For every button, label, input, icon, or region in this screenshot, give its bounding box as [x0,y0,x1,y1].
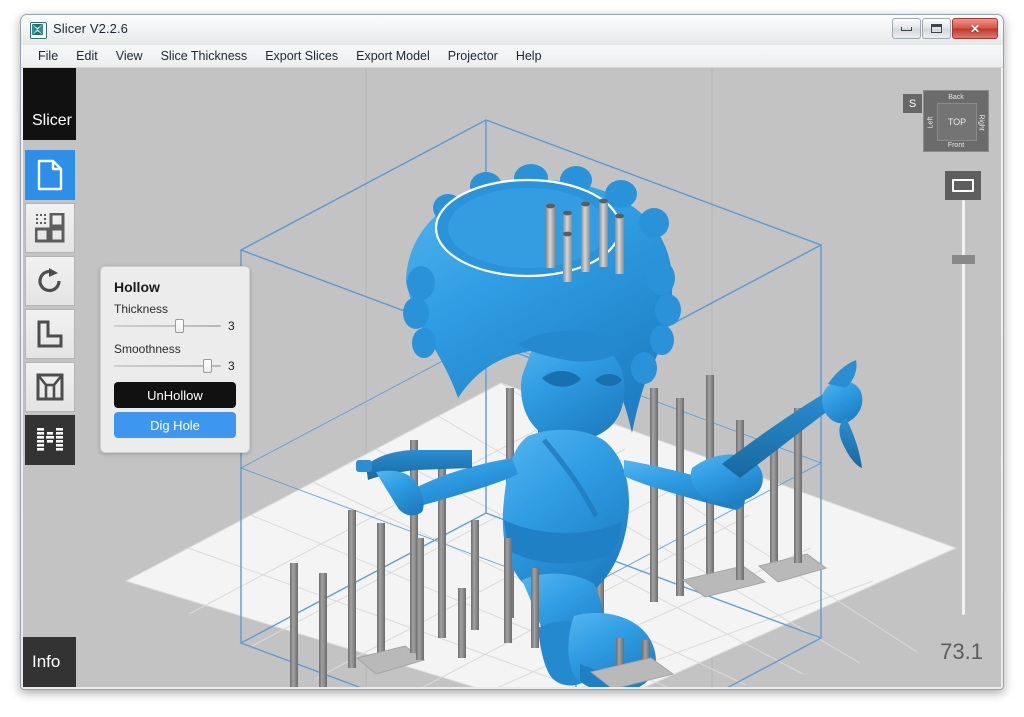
app-brand-label: Slicer [23,112,72,140]
view-cube[interactable]: Back Front Left Right TOP [923,90,989,152]
left-toolbar: Slicer [23,68,76,687]
menu-item-export-model[interactable]: Export Model [347,46,439,66]
thickness-slider-thumb[interactable] [175,319,184,333]
viewport-3d[interactable]: S Back Front Left Right TOP 73.1 Hollow [76,68,1001,687]
app-logo-icon [30,22,47,39]
menu-item-view[interactable]: View [107,46,152,66]
perspective-toggle-button[interactable] [945,171,981,200]
sidebar-item-rotate[interactable] [25,256,75,306]
close-button[interactable]: ✕ [952,18,998,39]
thickness-slider[interactable] [114,319,221,333]
menu-item-file[interactable]: File [29,46,67,66]
client-area: S Back Front Left Right TOP 73.1 Hollow [23,68,1001,687]
info-label: Info [23,652,60,672]
sidebar-item-file[interactable] [25,150,75,200]
sidebar-item-hollow[interactable] [25,362,75,412]
rotate-icon [35,266,65,296]
sidebar-item-material[interactable] [25,415,75,465]
minimize-button[interactable] [892,18,921,39]
height-slider-value: 73.1 [940,639,983,665]
thickness-row: 3 [114,319,236,333]
dig-hole-button[interactable]: Dig Hole [114,412,236,438]
close-icon: ✕ [970,23,980,35]
maximize-button[interactable] [922,18,951,39]
menu-item-slice-thickness[interactable]: Slice Thickness [152,46,257,66]
app-brand: Slicer [23,68,76,140]
rectangle-frame-icon [952,179,974,192]
smoothness-row: 3 [114,359,236,373]
view-cube-left[interactable]: Left [924,103,937,141]
unhollow-button[interactable]: UnHollow [114,382,236,408]
app-root: Slicer V2.2.6 ✕ File Edit View Slice Thi… [0,0,1024,717]
minimize-icon [901,27,912,31]
smoothness-value: 3 [228,359,236,373]
application-window: Slicer V2.2.6 ✕ File Edit View Slice Thi… [20,14,1004,690]
grid-blocks-icon [35,213,65,243]
hollow-panel: Hollow Thickness 3 Smoothness [100,266,250,453]
menu-item-projector[interactable]: Projector [439,46,507,66]
hollow-panel-title: Hollow [114,279,236,295]
view-cube-top[interactable]: TOP [937,103,977,141]
menu-item-export-slices[interactable]: Export Slices [256,46,347,66]
l-shape-icon [35,319,65,349]
menu-bar: File Edit View Slice Thickness Export Sl… [21,45,1003,68]
menu-item-help[interactable]: Help [507,46,551,66]
smoothness-slider[interactable] [114,359,221,373]
smoothness-label: Smoothness [114,342,236,356]
maximize-icon [931,24,942,33]
view-cube-back[interactable]: Back [924,91,988,103]
document-icon [36,159,64,191]
sidebar-item-layout[interactable] [25,203,75,253]
height-slider-thumb[interactable] [952,255,975,264]
smoothness-slider-thumb[interactable] [203,359,212,373]
menu-item-edit[interactable]: Edit [67,46,107,66]
thickness-label: Thickness [114,302,236,316]
window-controls: ✕ [892,18,998,39]
sidebar-item-support[interactable] [25,309,75,359]
hollow-mesh-icon [35,372,65,402]
thickness-value: 3 [228,319,236,333]
view-cube-left-label: Left [927,116,934,128]
info-button[interactable]: Info [23,637,76,687]
title-bar: Slicer V2.2.6 ✕ [21,15,1003,45]
window-title: Slicer V2.2.6 [53,21,128,36]
thickness-slider-track [114,325,221,327]
snapshot-button[interactable]: S [903,94,922,113]
m-letter-icon [35,426,65,454]
view-cube-right-label: Right [978,114,985,130]
